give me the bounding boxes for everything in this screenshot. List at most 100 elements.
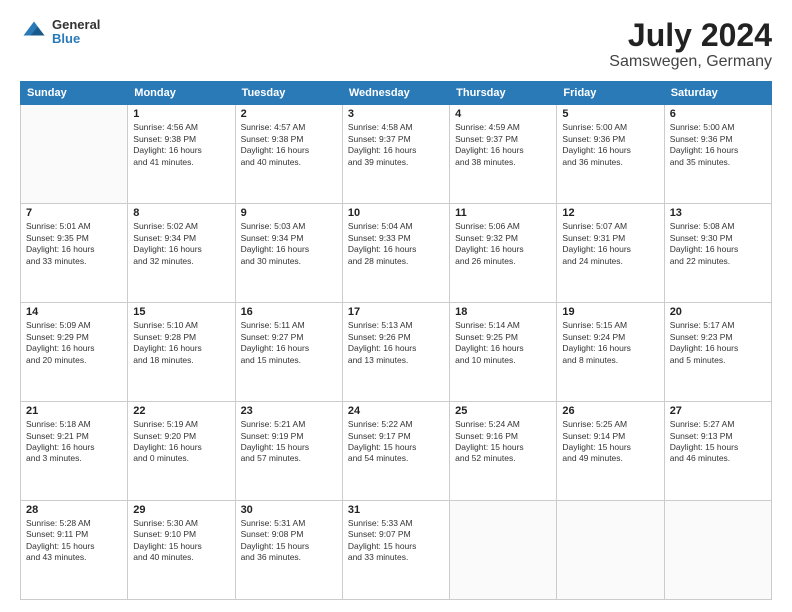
day-number: 14 [26, 306, 122, 318]
day-info: Sunrise: 5:33 AM Sunset: 9:07 PM Dayligh… [348, 518, 444, 564]
calendar-cell: 11 Sunrise: 5:06 AM Sunset: 9:32 PM Dayli… [450, 204, 557, 303]
weekday-header: Saturday [664, 82, 771, 105]
day-number: 12 [562, 207, 658, 219]
weekday-row: SundayMondayTuesdayWednesdayThursdayFrid… [21, 82, 772, 105]
page: General Blue July 2024 Samswegen, German… [0, 0, 792, 612]
calendar-subtitle: Samswegen, Germany [609, 53, 772, 71]
weekday-header: Thursday [450, 82, 557, 105]
calendar-week-row: 28Sunrise: 5:28 AM Sunset: 9:11 PM Dayli… [21, 501, 772, 600]
day-number: 30 [241, 504, 337, 516]
calendar-cell: 7 Sunrise: 5:01 AM Sunset: 9:35 PM Daylig… [21, 204, 128, 303]
calendar-cell: 25 Sunrise: 5:24 AM Sunset: 9:16 PM Dayli… [450, 402, 557, 501]
day-info: Sunrise: 5:25 AM Sunset: 9:14 PM Dayligh… [562, 419, 658, 465]
day-number: 24 [348, 405, 444, 417]
day-info: Sunrise: 5:30 AM Sunset: 9:10 PM Dayligh… [133, 518, 229, 564]
day-info: Sunrise: 5:01 AM Sunset: 9:35 PM Dayligh… [26, 221, 122, 267]
day-number: 13 [670, 207, 766, 219]
calendar-cell: 28Sunrise: 5:28 AM Sunset: 9:11 PM Dayli… [21, 501, 128, 600]
weekday-header: Sunday [21, 82, 128, 105]
day-info: Sunrise: 5:13 AM Sunset: 9:26 PM Dayligh… [348, 320, 444, 366]
logo-icon [20, 18, 48, 46]
day-info: Sunrise: 5:09 AM Sunset: 9:29 PM Dayligh… [26, 320, 122, 366]
day-info: Sunrise: 5:15 AM Sunset: 9:24 PM Dayligh… [562, 320, 658, 366]
calendar-cell: 10Sunrise: 5:04 AM Sunset: 9:33 PM Dayli… [342, 204, 449, 303]
logo-line2: Blue [52, 32, 100, 46]
day-number: 11 [455, 207, 551, 219]
calendar-cell: 27 Sunrise: 5:27 AM Sunset: 9:13 PM Dayli… [664, 402, 771, 501]
day-info: Sunrise: 4:59 AM Sunset: 9:37 PM Dayligh… [455, 122, 551, 168]
day-number: 27 [670, 405, 766, 417]
day-info: Sunrise: 5:02 AM Sunset: 9:34 PM Dayligh… [133, 221, 229, 267]
day-number: 22 [133, 405, 229, 417]
calendar-cell: 29Sunrise: 5:30 AM Sunset: 9:10 PM Dayli… [128, 501, 235, 600]
logo-line1: General [52, 18, 100, 32]
calendar-cell: 3Sunrise: 4:58 AM Sunset: 9:37 PM Daylig… [342, 105, 449, 204]
calendar-week-row: 7 Sunrise: 5:01 AM Sunset: 9:35 PM Daylig… [21, 204, 772, 303]
day-number: 5 [562, 108, 658, 120]
calendar-cell: 4 Sunrise: 4:59 AM Sunset: 9:37 PM Daylig… [450, 105, 557, 204]
day-number: 19 [562, 306, 658, 318]
day-info: Sunrise: 4:57 AM Sunset: 9:38 PM Dayligh… [241, 122, 337, 168]
calendar-cell: 6 Sunrise: 5:00 AM Sunset: 9:36 PM Daylig… [664, 105, 771, 204]
calendar-cell: 30Sunrise: 5:31 AM Sunset: 9:08 PM Dayli… [235, 501, 342, 600]
calendar-cell: 15 Sunrise: 5:10 AM Sunset: 9:28 PM Dayli… [128, 303, 235, 402]
calendar-cell: 5Sunrise: 5:00 AM Sunset: 9:36 PM Daylig… [557, 105, 664, 204]
calendar-cell: 31 Sunrise: 5:33 AM Sunset: 9:07 PM Dayli… [342, 501, 449, 600]
day-number: 6 [670, 108, 766, 120]
day-info: Sunrise: 5:08 AM Sunset: 9:30 PM Dayligh… [670, 221, 766, 267]
weekday-header: Friday [557, 82, 664, 105]
calendar-title: July 2024 [609, 18, 772, 53]
calendar-cell: 16 Sunrise: 5:11 AM Sunset: 9:27 PM Dayli… [235, 303, 342, 402]
day-number: 25 [455, 405, 551, 417]
day-number: 31 [348, 504, 444, 516]
calendar-cell: 19 Sunrise: 5:15 AM Sunset: 9:24 PM Dayli… [557, 303, 664, 402]
day-number: 16 [241, 306, 337, 318]
day-info: Sunrise: 5:21 AM Sunset: 9:19 PM Dayligh… [241, 419, 337, 465]
day-number: 10 [348, 207, 444, 219]
weekday-header: Monday [128, 82, 235, 105]
calendar-cell: 1Sunrise: 4:56 AM Sunset: 9:38 PM Daylig… [128, 105, 235, 204]
calendar-cell: 8Sunrise: 5:02 AM Sunset: 9:34 PM Daylig… [128, 204, 235, 303]
day-number: 20 [670, 306, 766, 318]
day-info: Sunrise: 5:10 AM Sunset: 9:28 PM Dayligh… [133, 320, 229, 366]
calendar-table: SundayMondayTuesdayWednesdayThursdayFrid… [20, 81, 772, 600]
calendar-week-row: 14 Sunrise: 5:09 AM Sunset: 9:29 PM Dayli… [21, 303, 772, 402]
day-info: Sunrise: 5:11 AM Sunset: 9:27 PM Dayligh… [241, 320, 337, 366]
day-info: Sunrise: 5:24 AM Sunset: 9:16 PM Dayligh… [455, 419, 551, 465]
calendar-cell: 9 Sunrise: 5:03 AM Sunset: 9:34 PM Daylig… [235, 204, 342, 303]
day-info: Sunrise: 5:28 AM Sunset: 9:11 PM Dayligh… [26, 518, 122, 564]
day-number: 21 [26, 405, 122, 417]
day-number: 15 [133, 306, 229, 318]
day-number: 4 [455, 108, 551, 120]
logo: General Blue [20, 18, 100, 47]
calendar-week-row: 21 Sunrise: 5:18 AM Sunset: 9:21 PM Dayli… [21, 402, 772, 501]
calendar-cell: 14 Sunrise: 5:09 AM Sunset: 9:29 PM Dayli… [21, 303, 128, 402]
calendar-body: 1Sunrise: 4:56 AM Sunset: 9:38 PM Daylig… [21, 105, 772, 600]
calendar-header: SundayMondayTuesdayWednesdayThursdayFrid… [21, 82, 772, 105]
calendar-cell [21, 105, 128, 204]
day-info: Sunrise: 5:00 AM Sunset: 9:36 PM Dayligh… [670, 122, 766, 168]
day-number: 7 [26, 207, 122, 219]
day-number: 26 [562, 405, 658, 417]
day-info: Sunrise: 5:03 AM Sunset: 9:34 PM Dayligh… [241, 221, 337, 267]
weekday-header: Wednesday [342, 82, 449, 105]
day-info: Sunrise: 5:14 AM Sunset: 9:25 PM Dayligh… [455, 320, 551, 366]
calendar-week-row: 1Sunrise: 4:56 AM Sunset: 9:38 PM Daylig… [21, 105, 772, 204]
day-number: 9 [241, 207, 337, 219]
day-info: Sunrise: 5:22 AM Sunset: 9:17 PM Dayligh… [348, 419, 444, 465]
day-info: Sunrise: 5:27 AM Sunset: 9:13 PM Dayligh… [670, 419, 766, 465]
day-info: Sunrise: 5:17 AM Sunset: 9:23 PM Dayligh… [670, 320, 766, 366]
day-info: Sunrise: 5:06 AM Sunset: 9:32 PM Dayligh… [455, 221, 551, 267]
calendar-cell: 20 Sunrise: 5:17 AM Sunset: 9:23 PM Dayli… [664, 303, 771, 402]
calendar-cell: 12Sunrise: 5:07 AM Sunset: 9:31 PM Dayli… [557, 204, 664, 303]
day-info: Sunrise: 5:18 AM Sunset: 9:21 PM Dayligh… [26, 419, 122, 465]
calendar-cell: 13 Sunrise: 5:08 AM Sunset: 9:30 PM Dayli… [664, 204, 771, 303]
calendar-cell: 2Sunrise: 4:57 AM Sunset: 9:38 PM Daylig… [235, 105, 342, 204]
day-number: 23 [241, 405, 337, 417]
day-number: 17 [348, 306, 444, 318]
calendar-cell [557, 501, 664, 600]
calendar-cell: 23 Sunrise: 5:21 AM Sunset: 9:19 PM Dayli… [235, 402, 342, 501]
logo-text: General Blue [52, 18, 100, 47]
weekday-header: Tuesday [235, 82, 342, 105]
calendar-cell [664, 501, 771, 600]
